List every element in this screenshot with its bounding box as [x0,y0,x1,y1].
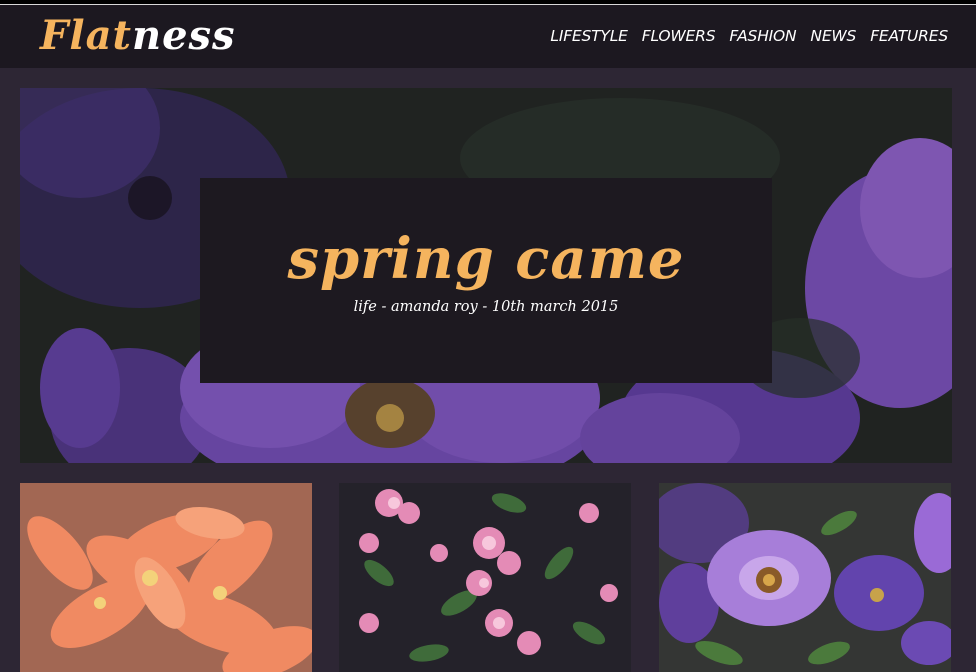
hero-meta: life - amanda roy - 10th march 2015 [353,299,619,315]
nav-item-fashion[interactable]: FASHION [729,25,796,47]
main-nav: LIFESTYLE FLOWERS FASHION NEWS FEATURES [550,25,948,47]
hero-title[interactable]: spring came [200,224,772,294]
site-header: Flatness LIFESTYLE FLOWERS FASHION NEWS … [0,5,976,68]
hero-caption-box: spring came life - amanda roy - 10th mar… [200,178,772,383]
post-thumbnail-1[interactable] [20,483,312,672]
pink-blossom-image [339,483,631,672]
hero-banner[interactable]: spring came life - amanda roy - 10th mar… [20,88,952,463]
nav-item-news[interactable]: NEWS [810,25,856,47]
logo-text-part2: ness [132,12,236,59]
nav-item-features[interactable]: FEATURES [870,25,948,47]
nav-item-lifestyle[interactable]: LIFESTYLE [550,25,628,47]
purple-petunia-image [659,483,951,672]
post-thumbnail-3[interactable] [659,483,951,672]
logo-text-part1: Flat [40,12,132,59]
post-thumbnail-2[interactable] [339,483,631,672]
site-logo[interactable]: Flatness [40,11,236,61]
orange-flowers-image [20,483,312,672]
nav-item-flowers[interactable]: FLOWERS [642,25,716,47]
